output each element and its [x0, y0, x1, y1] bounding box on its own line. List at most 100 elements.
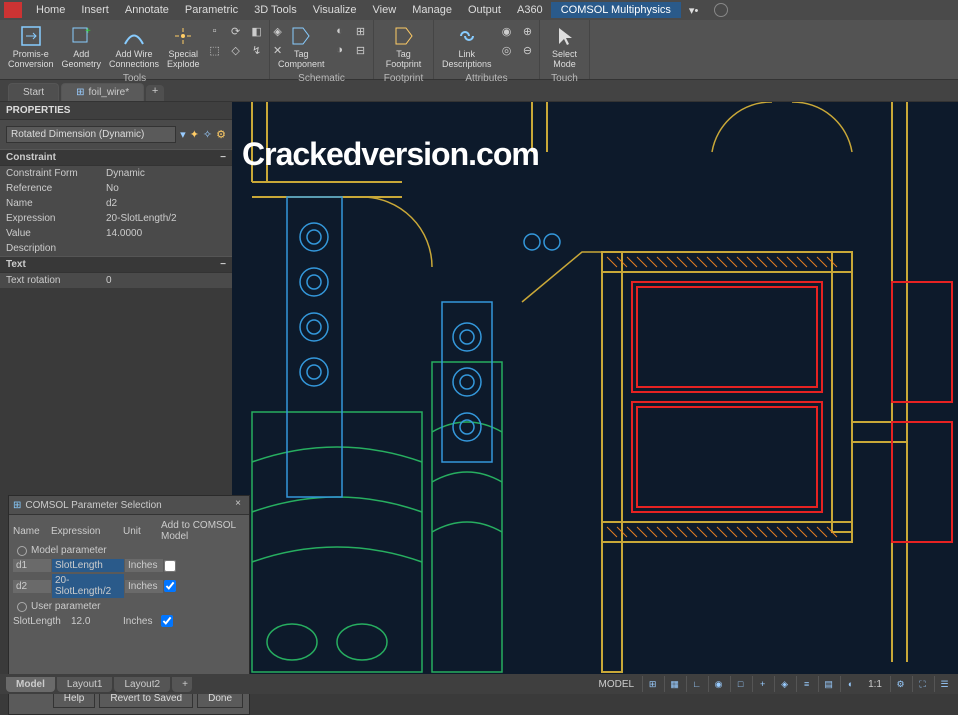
tab-layout1[interactable]: Layout1: [57, 677, 113, 692]
user-parameter-radio[interactable]: User parameter: [13, 599, 245, 614]
grid-icon[interactable]: ⊞: [642, 676, 662, 692]
menu-comsol[interactable]: COMSOL Multiphysics: [551, 2, 681, 18]
status-bar: MODEL ⊞ ▦ ∟ ◉ □ + ◈ ≡ ▤ ◐ 1:1 ⚙ ⛶ ☰: [589, 674, 958, 694]
polar-icon[interactable]: ◉: [708, 676, 728, 692]
small-tool-6[interactable]: ◇: [227, 41, 245, 59]
gear-icon[interactable]: ⚙: [890, 676, 910, 692]
collapse-icon: −: [220, 152, 226, 163]
app-icon: [4, 2, 22, 18]
explode-icon: [171, 24, 195, 48]
d2-checkbox[interactable]: [164, 580, 176, 592]
osnap-icon[interactable]: □: [730, 676, 750, 692]
dyninput-icon[interactable]: +: [752, 676, 772, 692]
menu-bar: Home Insert Annotate Parametric 3D Tools…: [0, 0, 958, 20]
small-tool-7[interactable]: ↯: [248, 41, 266, 59]
prop-tool-3-icon[interactable]: ⚙: [216, 128, 226, 141]
prop-tool-1-icon[interactable]: ✦: [190, 128, 199, 141]
prop-tool-2-icon[interactable]: ✧: [203, 128, 212, 141]
reference-value[interactable]: No: [106, 183, 119, 194]
dialog-header-row: Name Expression Unit Add to COMSOL Model: [13, 519, 245, 543]
lock-icon: ⊞: [76, 87, 84, 98]
user-checkbox[interactable]: [161, 615, 173, 627]
filter-icon[interactable]: ▾: [180, 128, 186, 141]
menu-3dtools[interactable]: 3D Tools: [246, 2, 305, 18]
status-ratio[interactable]: 1:1: [862, 679, 888, 690]
menu-parametric[interactable]: Parametric: [177, 2, 246, 18]
cycling-icon[interactable]: ◐: [840, 676, 860, 692]
param-row-d1[interactable]: d1 SlotLength Inches: [13, 558, 245, 573]
select-mode-button[interactable]: Select Mode: [546, 22, 583, 72]
menu-home[interactable]: Home: [28, 2, 73, 18]
ribbon: Promis-e Conversion + Add Geometry Add W…: [0, 20, 958, 80]
attr-tool-3[interactable]: ◎: [498, 41, 516, 59]
drawing-canvas[interactable]: Crackedversion.com: [232, 102, 958, 674]
ortho-icon[interactable]: ∟: [686, 676, 706, 692]
user-param-row[interactable]: SlotLength 12.0 Inches: [13, 614, 245, 628]
constraint-form-value[interactable]: Dynamic: [106, 168, 145, 179]
attr-tool-1[interactable]: ◉: [498, 22, 516, 40]
menu-manage[interactable]: Manage: [404, 2, 460, 18]
expression-value[interactable]: 20-SlotLength/2: [106, 213, 177, 224]
menu-expand-icon[interactable]: ▾•: [681, 2, 706, 19]
close-icon[interactable]: ×: [231, 498, 245, 512]
tag-footprint-button[interactable]: Tag Footprint: [380, 22, 427, 72]
attr-tool-2[interactable]: ⊕: [519, 22, 537, 40]
small-tool-5[interactable]: ⬚: [206, 41, 224, 59]
radio-icon: [17, 546, 27, 556]
status-model-text: MODEL: [593, 679, 641, 690]
tab-model[interactable]: Model: [6, 677, 55, 692]
tab-layout2[interactable]: Layout2: [114, 677, 170, 692]
small-tool-1[interactable]: ▫: [206, 22, 224, 40]
schem-tool-1[interactable]: ◐: [331, 22, 349, 40]
name-value[interactable]: d2: [106, 198, 117, 209]
section-constraint[interactable]: Constraint−: [0, 149, 232, 166]
link-descriptions-button[interactable]: Link Descriptions: [440, 22, 494, 72]
menu-a360[interactable]: A360: [509, 2, 551, 18]
tab-add-layout[interactable]: +: [172, 677, 192, 692]
section-text[interactable]: Text−: [0, 256, 232, 273]
param-row-d2[interactable]: d2 20-SlotLength/2 Inches: [13, 573, 245, 599]
menu-annotate[interactable]: Annotate: [117, 2, 177, 18]
small-tool-2[interactable]: ⟳: [227, 22, 245, 40]
dialog-title-text: COMSOL Parameter Selection: [25, 500, 161, 511]
tag-component-button[interactable]: Tag Component: [276, 22, 327, 72]
3dosnap-icon[interactable]: ◈: [774, 676, 794, 692]
d1-checkbox[interactable]: [164, 560, 176, 572]
schem-tool-3[interactable]: ◑: [331, 41, 349, 59]
tab-add-button[interactable]: +: [146, 85, 164, 101]
lineweight-icon[interactable]: ≡: [796, 676, 816, 692]
special-explode-button[interactable]: Special Explode: [165, 22, 202, 72]
properties-title: PROPERTIES: [0, 102, 232, 120]
tab-foil-wire[interactable]: ⊞foil_wire*: [61, 83, 144, 101]
schem-tool-4[interactable]: ⊟: [352, 41, 370, 59]
cad-drawing: [232, 102, 958, 674]
snap-icon[interactable]: ▦: [664, 676, 684, 692]
menu-output[interactable]: Output: [460, 2, 509, 18]
wire-icon: [122, 24, 146, 48]
customize-icon[interactable]: ☰: [934, 676, 954, 692]
link-icon: [455, 24, 479, 48]
text-rotation-value[interactable]: 0: [106, 275, 112, 286]
menu-view[interactable]: View: [365, 2, 405, 18]
model-parameter-radio[interactable]: Model parameter: [13, 543, 245, 558]
menu-insert[interactable]: Insert: [73, 2, 117, 18]
add-wire-button[interactable]: Add Wire Connections: [107, 22, 161, 72]
search-icon[interactable]: [714, 3, 728, 17]
fullscreen-icon[interactable]: ⛶: [912, 676, 932, 692]
properties-selector-dropdown[interactable]: Rotated Dimension (Dynamic): [6, 126, 176, 143]
schem-tool-2[interactable]: ⊞: [352, 22, 370, 40]
add-geometry-button[interactable]: + Add Geometry: [60, 22, 104, 72]
small-tool-3[interactable]: ◧: [248, 22, 266, 40]
svg-text:+: +: [85, 26, 91, 37]
tab-start[interactable]: Start: [8, 83, 59, 101]
watermark-text: Crackedversion.com: [242, 136, 539, 173]
ribbon-group-schematic: Tag Component ◐ ⊞ ◑ ⊟ Schematic: [270, 20, 374, 79]
conversion-icon: [19, 24, 43, 48]
promise-conversion-button[interactable]: Promis-e Conversion: [6, 22, 56, 72]
ribbon-group-footprint: Tag Footprint Footprint: [374, 20, 434, 79]
ribbon-group-attributes: Link Descriptions ◉ ⊕ ◎ ⊖ Attributes: [434, 20, 540, 79]
menu-visualize[interactable]: Visualize: [305, 2, 365, 18]
attr-tool-4[interactable]: ⊖: [519, 41, 537, 59]
value-value[interactable]: 14.0000: [106, 228, 142, 239]
transparency-icon[interactable]: ▤: [818, 676, 838, 692]
